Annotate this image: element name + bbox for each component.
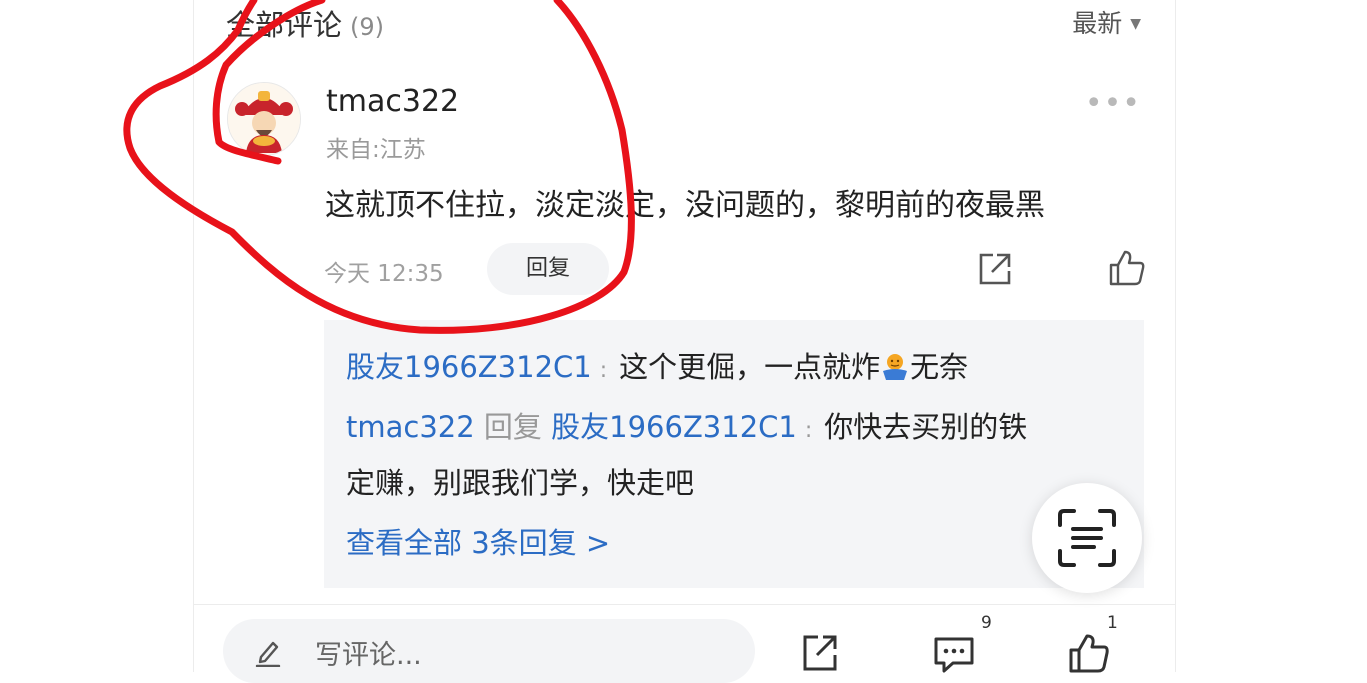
scan-text-button[interactable] [1032,483,1142,593]
avatar-image [228,83,300,155]
view-all-replies-link[interactable]: 查看全部 3条回复 > [346,520,610,562]
comment-input[interactable]: 写评论... [223,619,755,683]
share-icon[interactable] [799,631,841,673]
comment-icon[interactable] [931,633,977,675]
comments-title: 全部评论 [226,8,343,42]
comment-count-badge: 9 [981,613,992,633]
reply-author-link[interactable]: tmac322 [346,410,475,444]
comment-time: 今天 12:35 [324,261,444,287]
reply-author-link[interactable]: 股友1966Z312C1 [346,350,592,384]
comment-input-placeholder: 写评论... [315,640,422,671]
reply-text-continued: 定赚，别跟我们学，快走吧 [346,466,695,500]
reply-button[interactable]: 回复 [487,243,609,295]
reply-text-tail: 无奈 [910,350,969,384]
comment-text: 这就顶不住拉，淡定淡定，没问题的，黎明前的夜最黑 [325,188,1045,223]
comments-count: (9) [350,13,385,41]
reply-text: 这个更倔，一点就炸 [619,350,881,384]
reply-item: 股友1966Z312C1: 这个更倔，一点就炸 无奈 [346,344,968,386]
like-count-badge: 1 [1107,613,1118,633]
reply-word: 回复 [483,410,542,444]
bottom-bar: 写评论... 9 1 [193,604,1176,683]
reply-target-link[interactable]: 股友1966Z312C1 [551,410,797,444]
more-icon[interactable]: ••• [1085,86,1141,121]
scan-text-icon [1058,509,1116,567]
avatar[interactable] [227,82,301,156]
comments-panel: 全部评论 (9) 最新 ▼ tmac322 来自:江苏 ••• 这就顶不住拉，淡定淡… [193,0,1176,672]
comment-location: 来自:江苏 [326,137,426,163]
share-icon[interactable] [975,249,1015,289]
pencil-icon [255,641,281,667]
comments-header: 全部评论 (9) [226,2,384,44]
sort-label: 最新 [1072,9,1123,38]
caret-down-icon: ▼ [1130,16,1141,32]
reply-colon: : [804,418,813,443]
thumbs-up-icon[interactable] [1107,248,1147,288]
reply-item: tmac322 回复 股友1966Z312C1: 你快去买别的铁 [346,404,1027,446]
replies-box: 股友1966Z312C1: 这个更倔，一点就炸 无奈 tmac322 回复 股友1… [324,320,1144,588]
reply-colon: : [599,358,608,383]
reply-text: 你快去买别的铁 [824,410,1028,444]
thumbs-up-icon[interactable] [1067,631,1111,675]
shrug-emoji-icon [883,354,908,380]
comment-username[interactable]: tmac322 [326,84,459,119]
sort-dropdown[interactable]: 最新 ▼ [1072,4,1141,40]
